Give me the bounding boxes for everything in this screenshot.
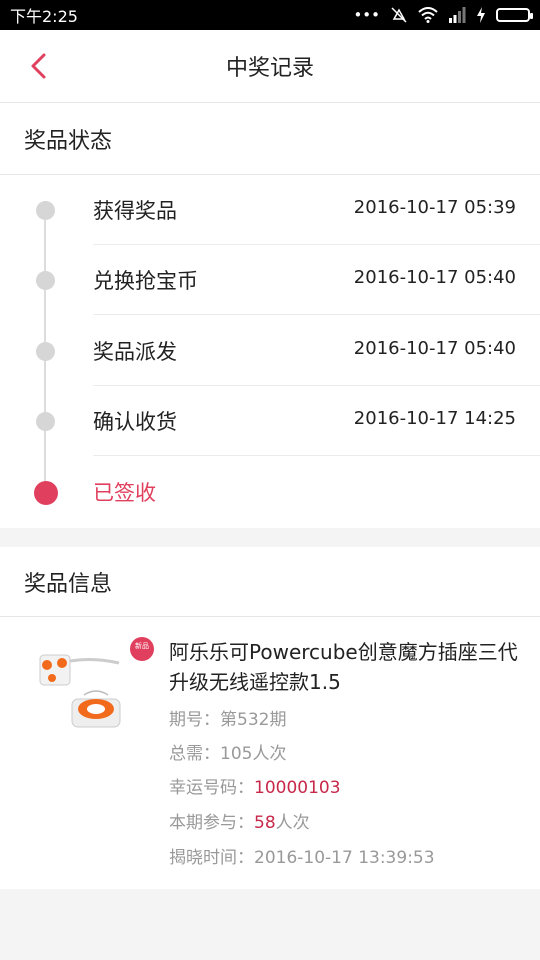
reveal-time-row: 揭晓时间：2016-10-17 13:39:53 <box>169 843 435 868</box>
timeline-dot <box>36 271 55 290</box>
step-label: 确认收货 <box>93 410 177 434</box>
cell-signal-icon <box>449 7 466 23</box>
wifi-icon <box>418 7 438 23</box>
prize-info-section: 奖品信息 新品 阿乐乐可Powercube创意魔方插座三代升级无线遥控款1.5 … <box>0 547 540 889</box>
timeline-dot <box>36 412 55 431</box>
need-row: 总需：105人次 <box>169 739 286 764</box>
period-value: 第532期 <box>220 710 287 730</box>
timeline-step: 确认收货 2016-10-17 14:25 <box>0 386 540 456</box>
clock: 下午2:25 <box>10 7 78 26</box>
need-value: 105人次 <box>220 744 287 764</box>
lucky-number-label: 幸运号码： <box>169 778 254 798</box>
step-time: 2016-10-17 05:40 <box>353 267 516 288</box>
step-label-current: 已签收 <box>93 481 156 505</box>
step-time: 2016-10-17 14:25 <box>353 408 516 429</box>
participation-label: 本期参与： <box>169 813 254 833</box>
mute-icon <box>391 7 407 23</box>
timeline-step: 获得奖品 2016-10-17 05:39 <box>0 175 540 245</box>
charging-icon <box>477 7 485 23</box>
lucky-number-row: 幸运号码：10000103 <box>169 773 341 798</box>
timeline-step: 奖品派发 2016-10-17 05:40 <box>0 316 540 386</box>
timeline-step-current: 已签收 <box>0 457 540 527</box>
divider <box>93 314 540 315</box>
participation-count: 58 <box>254 813 276 833</box>
section-title-info: 奖品信息 <box>0 547 540 617</box>
step-label: 获得奖品 <box>93 199 177 223</box>
product-name[interactable]: 阿乐乐可Powercube创意魔方插座三代升级无线遥控款1.5 <box>169 637 519 697</box>
top-navigation: 中奖记录 <box>0 30 540 103</box>
status-icons: ••• <box>353 6 533 24</box>
system-status-bar: 下午2:25 ••• <box>0 0 540 30</box>
step-label: 奖品派发 <box>93 340 177 364</box>
lucky-number-value: 10000103 <box>254 778 341 798</box>
step-time: 2016-10-17 05:40 <box>353 338 516 359</box>
battery-icon <box>496 8 533 22</box>
new-badge: 新品 <box>135 642 149 650</box>
period-label: 期号： <box>169 710 220 730</box>
more-dots-icon: ••• <box>353 6 380 24</box>
timeline-dot <box>36 342 55 361</box>
chevron-left-icon <box>31 53 46 79</box>
back-button[interactable] <box>20 48 56 84</box>
reveal-time-value: 2016-10-17 13:39:53 <box>254 848 435 868</box>
timeline-dot <box>36 201 55 220</box>
participation-row: 本期参与：58人次 <box>169 808 310 833</box>
reveal-time-label: 揭晓时间： <box>169 848 254 868</box>
status-timeline: 获得奖品 2016-10-17 05:39 兑换抢宝币 2016-10-17 0… <box>0 175 540 528</box>
page-title: 中奖记录 <box>225 56 314 81</box>
step-time: 2016-10-17 05:39 <box>353 197 516 218</box>
participation-unit: 人次 <box>275 813 310 833</box>
prize-status-section: 奖品状态 获得奖品 2016-10-17 05:39 兑换抢宝币 2016-10… <box>0 103 540 528</box>
product-thumbnail[interactable]: 新品 <box>24 635 156 745</box>
divider <box>93 455 540 456</box>
timeline-dot-active <box>34 481 58 505</box>
section-title-status: 奖品状态 <box>0 103 540 175</box>
timeline-step: 兑换抢宝币 2016-10-17 05:40 <box>0 245 540 315</box>
product-image <box>39 637 154 728</box>
period-row: 期号：第532期 <box>169 705 286 730</box>
step-label: 兑换抢宝币 <box>93 269 198 293</box>
need-label: 总需： <box>169 744 220 764</box>
